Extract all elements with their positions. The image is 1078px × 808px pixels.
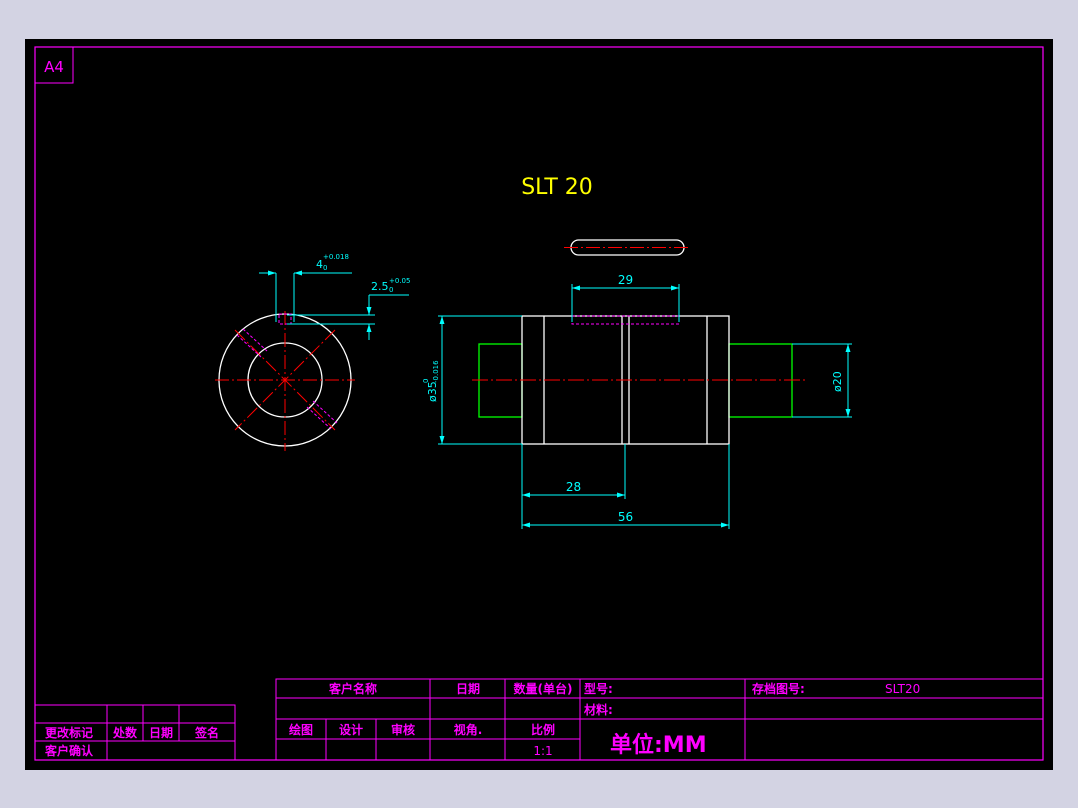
scale-label: 比例	[531, 722, 555, 737]
total-length-label: 56	[618, 510, 633, 524]
slot-depth-upper-tol: +0.05	[389, 277, 410, 285]
sheet-border	[34, 46, 1044, 761]
key-view	[564, 239, 690, 256]
key-length-label: 29	[618, 273, 633, 287]
signature-label: 签名	[194, 725, 219, 740]
customer-confirm-label: 客户确认	[44, 743, 94, 758]
draw-label: 绘图	[289, 722, 313, 737]
slot-width-lower-tol: 0	[323, 264, 327, 272]
material-label: 材料:	[583, 702, 613, 717]
slot-depth-lower-tol: 0	[389, 286, 393, 294]
count-label: 处数	[112, 725, 138, 740]
size-label: A4	[44, 58, 64, 76]
side-view-dimensions: 29 28 56 ø35 0 -0.016 ø20	[422, 273, 852, 529]
revision-date-label: 日期	[149, 725, 173, 740]
title-date-label: 日期	[456, 681, 480, 696]
view-label: 视角.	[454, 722, 483, 737]
review-label: 审核	[391, 722, 415, 737]
quantity-label: 数量(单台)	[514, 681, 573, 696]
model-label: 型号:	[584, 681, 613, 696]
archive-no-label: 存档图号:	[751, 681, 805, 696]
size-label-box: A4	[34, 46, 74, 84]
change-mark-label: 更改标记	[45, 725, 93, 740]
slot-depth-value: 2.5	[371, 280, 389, 293]
side-view-keyway	[571, 315, 680, 325]
outer-diameter-value: ø35	[426, 381, 439, 402]
end-view-dimensions: 4 +0.018 0 2.5 +0.05 0	[259, 253, 410, 340]
cad-viewport[interactable]: A4 SLT 20 4 +0.018 0 2.5 +0.05 0 29 28 5…	[25, 39, 1053, 770]
customer-name-label: 客户名称	[328, 681, 377, 696]
design-label: 设计	[339, 722, 363, 737]
drawing-title: SLT 20	[521, 175, 593, 200]
outer-diameter-upper-tol: 0	[422, 379, 430, 383]
outer-diameter-lower-tol: -0.016	[432, 360, 440, 383]
side-view	[472, 315, 805, 445]
half-length-label: 28	[566, 480, 581, 494]
scale-value: 1:1	[533, 744, 552, 758]
end-view	[215, 311, 355, 451]
unit-label: 单位:MM	[610, 732, 707, 758]
drawing-canvas: A4 SLT 20 4 +0.018 0 2.5 +0.05 0 29 28 5…	[34, 46, 1044, 761]
shaft-diameter-label: ø20	[831, 371, 844, 392]
archive-no-value: SLT20	[885, 682, 920, 696]
slot-width-value: 4	[316, 258, 323, 271]
slot-width-upper-tol: +0.018	[323, 253, 349, 261]
